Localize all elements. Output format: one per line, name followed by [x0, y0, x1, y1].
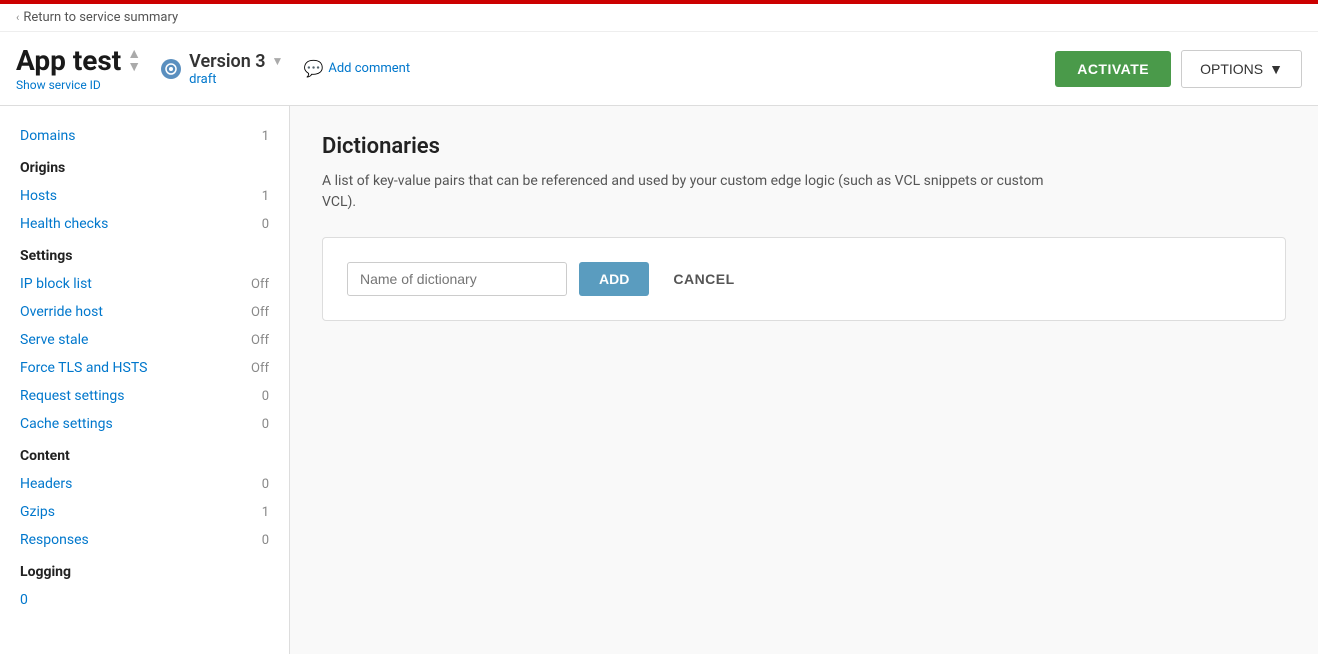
- sidebar-item-logging[interactable]: 0: [0, 586, 289, 614]
- version-text: Version 3: [189, 51, 265, 72]
- sidebar-item-request-settings[interactable]: Request settings 0: [0, 382, 289, 410]
- request-settings-label: Request settings: [20, 388, 124, 404]
- title-arrows-icon: ▲ ▼: [127, 48, 141, 73]
- add-comment-link[interactable]: 💬 Add comment: [303, 59, 410, 78]
- headers-label: Headers: [20, 476, 72, 492]
- sidebar-item-ip-block-list[interactable]: IP block list Off: [0, 270, 289, 298]
- domains-label: Domains: [20, 128, 75, 144]
- ip-block-list-status: Off: [251, 277, 269, 292]
- responses-label: Responses: [20, 532, 89, 548]
- add-button[interactable]: ADD: [579, 262, 649, 296]
- show-service-id-link[interactable]: Show service ID: [16, 78, 101, 92]
- dictionary-name-input[interactable]: [347, 262, 567, 296]
- sidebar: Domains 1 Origins Hosts 1 Health checks …: [0, 106, 290, 654]
- header-actions: ACTIVATE OPTIONS ▼: [1055, 50, 1302, 88]
- serve-stale-label: Serve stale: [20, 332, 88, 348]
- health-checks-label: Health checks: [20, 216, 108, 232]
- sidebar-content-header: Content: [0, 438, 289, 470]
- hosts-count: 1: [262, 189, 269, 204]
- force-tls-status: Off: [251, 361, 269, 376]
- cache-settings-label: Cache settings: [20, 416, 113, 432]
- sidebar-item-override-host[interactable]: Override host Off: [0, 298, 289, 326]
- serve-stale-status: Off: [251, 333, 269, 348]
- sidebar-settings-header: Settings: [0, 238, 289, 270]
- force-tls-label: Force TLS and HSTS: [20, 360, 147, 376]
- ip-block-list-label: IP block list: [20, 276, 92, 292]
- draft-badge: draft: [189, 72, 283, 87]
- comment-icon: 💬: [303, 59, 323, 78]
- domains-count: 1: [262, 129, 269, 144]
- sidebar-item-hosts[interactable]: Hosts 1: [0, 182, 289, 210]
- page-title: Dictionaries: [322, 134, 1286, 159]
- options-label: OPTIONS: [1200, 61, 1263, 77]
- app-title-group: App test ▲ ▼: [16, 44, 141, 77]
- layout: Domains 1 Origins Hosts 1 Health checks …: [0, 106, 1318, 654]
- header: App test ▲ ▼ Show service ID Version 3 ▼…: [0, 32, 1318, 106]
- options-chevron-icon: ▼: [1269, 61, 1283, 77]
- override-host-status: Off: [251, 305, 269, 320]
- hosts-label: Hosts: [20, 188, 57, 204]
- logging-count-label: 0: [20, 592, 28, 608]
- options-button[interactable]: OPTIONS ▼: [1181, 50, 1302, 88]
- cancel-button[interactable]: CANCEL: [661, 262, 746, 296]
- sidebar-item-headers[interactable]: Headers 0: [0, 470, 289, 498]
- version-arrows-icon: ▼: [272, 54, 284, 68]
- add-comment-label: Add comment: [328, 61, 410, 76]
- dictionary-form-card: ADD CANCEL: [322, 237, 1286, 321]
- breadcrumb-bar: ‹ Return to service summary: [0, 4, 1318, 32]
- sidebar-item-health-checks[interactable]: Health checks 0: [0, 210, 289, 238]
- app-title-text: App test: [16, 44, 121, 77]
- responses-count: 0: [262, 533, 269, 548]
- page-description: A list of key-value pairs that can be re…: [322, 171, 1072, 213]
- sidebar-item-serve-stale[interactable]: Serve stale Off: [0, 326, 289, 354]
- version-icon: [161, 59, 181, 79]
- header-title-area: App test ▲ ▼ Show service ID: [16, 44, 141, 93]
- headers-count: 0: [262, 477, 269, 492]
- sidebar-item-responses[interactable]: Responses 0: [0, 526, 289, 554]
- gzips-count: 1: [262, 505, 269, 520]
- cache-settings-count: 0: [262, 417, 269, 432]
- chevron-left-icon: ‹: [16, 11, 19, 24]
- request-settings-count: 0: [262, 389, 269, 404]
- activate-button[interactable]: ACTIVATE: [1055, 51, 1171, 87]
- gzips-label: Gzips: [20, 504, 55, 520]
- sidebar-item-gzips[interactable]: Gzips 1: [0, 498, 289, 526]
- override-host-label: Override host: [20, 304, 103, 320]
- health-checks-count: 0: [262, 217, 269, 232]
- version-info: Version 3 ▼ draft: [189, 51, 283, 87]
- version-area: Version 3 ▼ draft: [161, 51, 283, 87]
- breadcrumb-link[interactable]: Return to service summary: [23, 10, 178, 25]
- sidebar-origins-header: Origins: [0, 150, 289, 182]
- sidebar-item-cache-settings[interactable]: Cache settings 0: [0, 410, 289, 438]
- sidebar-item-domains[interactable]: Domains 1: [0, 122, 289, 150]
- sidebar-item-force-tls[interactable]: Force TLS and HSTS Off: [0, 354, 289, 382]
- main-content: Dictionaries A list of key-value pairs t…: [290, 106, 1318, 654]
- sidebar-logging-header: Logging: [0, 554, 289, 586]
